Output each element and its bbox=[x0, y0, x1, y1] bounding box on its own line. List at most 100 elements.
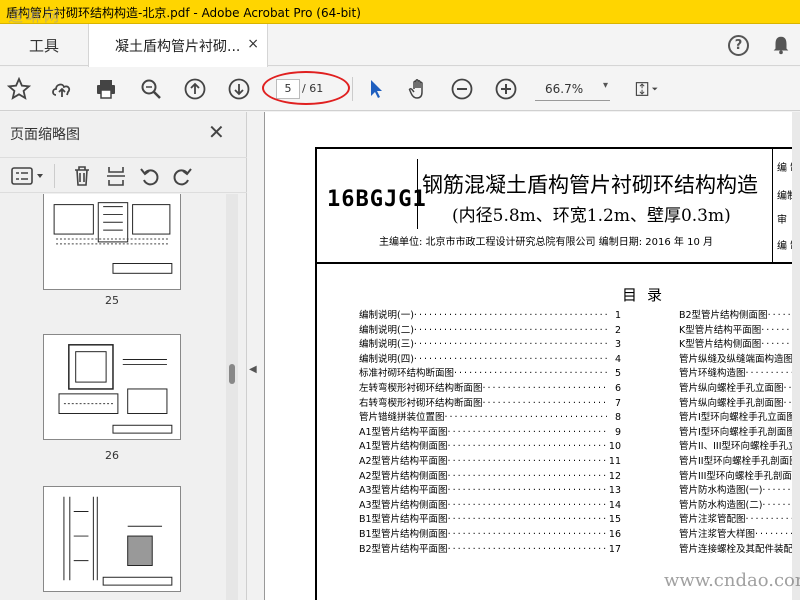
toc-entry: A1型管片结构侧面图 ······························… bbox=[359, 440, 621, 455]
tab-document[interactable]: 凝土盾构管片衬砌... × bbox=[88, 24, 268, 67]
toc-entry: 管片I型环向螺栓手孔立面图···························… bbox=[679, 411, 800, 426]
toc-entry: B2型管片结构平面图 ······························… bbox=[359, 543, 621, 558]
toc-entry: K型管片结构平面图·······························… bbox=[679, 324, 800, 339]
toc-entry: 编制说明(四) ·································… bbox=[359, 353, 621, 368]
toc-entry: 管片错缝拼装位置图 ·······························… bbox=[359, 411, 621, 426]
toc-heading: 目录 bbox=[622, 286, 673, 304]
bell-icon[interactable] bbox=[770, 34, 792, 56]
fit-page-icon[interactable] bbox=[630, 77, 664, 101]
toc-entry-title: K型管片结构侧面图 bbox=[679, 339, 762, 351]
toc-entry: 管片纵向螺栓手孔立面图·····························… bbox=[679, 382, 800, 397]
star-icon[interactable] bbox=[7, 77, 31, 101]
zoom-level-dropdown[interactable]: 66.7% ▾ bbox=[535, 77, 610, 101]
toc-entry: 管片注浆管大样图································… bbox=[679, 528, 800, 543]
toc-entry-title: 管片III型环向螺栓手孔剖面图 bbox=[679, 470, 800, 482]
toc-entry: A2型管片结构平面图 ······························… bbox=[359, 455, 621, 470]
title-block: 16BGJG1 钢筋混凝土盾构管片衬砌环结构构造 (内径5.8m、环宽1.2m、… bbox=[317, 149, 800, 264]
toc-entry-page: 7 bbox=[614, 397, 621, 409]
document-scrollbar[interactable] bbox=[792, 112, 800, 600]
toc-entry: A3型管片结构平面图 ······························… bbox=[359, 484, 621, 499]
toc-entry-page: 8 bbox=[614, 412, 621, 424]
extract-pages-icon[interactable] bbox=[104, 164, 128, 188]
toc-leader-dots: ········································… bbox=[413, 339, 607, 351]
toc-entry-title: 编制说明(一) bbox=[359, 310, 414, 321]
toc-leader-dots: ········································… bbox=[447, 485, 607, 497]
toc-leader-dots: ········································… bbox=[444, 412, 607, 424]
cloud-upload-icon[interactable] bbox=[50, 77, 74, 101]
title-bar: 盾构管片衬砌环结构构造-北京.pdf - Adobe Acrobat Pro (… bbox=[0, 0, 800, 25]
toc-entry-title: 编制说明(二) bbox=[359, 324, 414, 336]
toolbar-divider bbox=[352, 77, 353, 101]
trash-icon[interactable] bbox=[70, 164, 94, 188]
arrow-up-icon[interactable] bbox=[183, 77, 207, 101]
tab-bar: 工具 凝土盾构管片衬砌... × ? bbox=[0, 24, 800, 67]
toc-entry-page: 13 bbox=[608, 485, 621, 497]
printer-icon[interactable] bbox=[94, 77, 118, 101]
toc-entry: 管片环缝构造图·································… bbox=[679, 367, 800, 382]
thumbnail-panel: 页面缩略图 ✕ 25 26 bbox=[0, 112, 247, 600]
toc-entry: B2型管片结构侧面图······························… bbox=[679, 309, 800, 324]
arrow-down-icon[interactable] bbox=[227, 77, 251, 101]
thumbnail-label: 26 bbox=[105, 449, 119, 462]
main-toolbar: 5 / 61 66.7% ▾ bbox=[0, 67, 800, 111]
toc-entry: 管片防水构造图(一)······························… bbox=[679, 484, 800, 499]
toc-entry-page: 9 bbox=[614, 426, 621, 438]
collapse-panel-icon[interactable]: ◀ bbox=[249, 364, 257, 375]
rotate-left-icon[interactable] bbox=[138, 164, 162, 188]
toc-entry-page: 4 bbox=[614, 353, 621, 365]
toc-leader-dots: ········································… bbox=[413, 324, 607, 336]
toc-entry-title: 管片II、III型环向螺栓手孔立面图 bbox=[679, 441, 800, 453]
toc-entry-title: 左转弯楔形衬砌环结构断面图 bbox=[359, 382, 483, 394]
document-viewport[interactable]: 16BGJG1 钢筋混凝土盾构管片衬砌环结构构造 (内径5.8m、环宽1.2m、… bbox=[264, 112, 800, 600]
toc-leader-dots: ········································… bbox=[447, 470, 607, 482]
thumbnail-scrollbar[interactable] bbox=[226, 194, 238, 600]
toc-entry-title: A2型管片结构平面图 bbox=[359, 455, 448, 467]
toc-entry-page: 2 bbox=[614, 324, 621, 336]
toc-entry-page: 5 bbox=[614, 368, 621, 380]
tab-close-icon[interactable]: × bbox=[247, 36, 259, 52]
toc-entry: 右转弯楔形衬砌环结构断面图···························… bbox=[359, 397, 621, 412]
help-icon[interactable]: ? bbox=[728, 35, 749, 56]
toc-entry-title: A1型管片结构平面图 bbox=[359, 426, 448, 438]
toc-entry-title: 管片纵缝及纵缝端面构造图 bbox=[679, 353, 794, 365]
toc-entry: 管片I型环向螺栓手孔剖面图···························… bbox=[679, 426, 800, 441]
toc-entry: 管片II型环向螺栓手孔剖面图··························… bbox=[679, 455, 800, 470]
toc-entry-title: 管片注浆管大样图 bbox=[679, 528, 756, 540]
toc-entry-page: 3 bbox=[614, 339, 621, 351]
hand-icon[interactable] bbox=[406, 77, 430, 101]
toc-entry: 编制说明(二) ·································… bbox=[359, 324, 621, 339]
zoom-search-icon[interactable] bbox=[139, 77, 163, 101]
toc-entry-page: 14 bbox=[608, 499, 621, 511]
thumbnail-page-27[interactable] bbox=[43, 486, 181, 592]
thumbnail-page-26[interactable] bbox=[43, 334, 181, 440]
rotate-right-icon[interactable] bbox=[170, 164, 194, 188]
toc-leader-dots: ········································… bbox=[447, 426, 607, 438]
toc-entry-title: 管片环缝构造图 bbox=[679, 368, 746, 380]
toc-entry-title: A1型管片结构侧面图 bbox=[359, 441, 448, 453]
zoom-out-icon[interactable] bbox=[450, 77, 474, 101]
scrollbar-thumb[interactable] bbox=[229, 364, 235, 384]
drawing-frame: 16BGJG1 钢筋混凝土盾构管片衬砌环结构构造 (内径5.8m、环宽1.2m、… bbox=[315, 147, 800, 600]
zoom-in-icon[interactable] bbox=[494, 77, 518, 101]
panel-title: 页面缩略图 bbox=[10, 127, 80, 143]
toc-entry-page: 16 bbox=[608, 528, 621, 540]
toc-entry-title: K型管片结构平面图 bbox=[679, 324, 762, 336]
toc-entry-title: 右转弯楔形衬砌环结构断面图 bbox=[359, 397, 483, 409]
toc-entry: 管片纵向螺栓手孔剖面图·····························… bbox=[679, 397, 800, 412]
pdf-page: 16BGJG1 钢筋混凝土盾构管片衬砌环结构构造 (内径5.8m、环宽1.2m、… bbox=[264, 112, 800, 600]
panel-close-icon[interactable]: ✕ bbox=[208, 120, 225, 144]
toc-entry: 管片连接螺栓及其配件装配图···························… bbox=[679, 543, 800, 558]
options-menu-icon[interactable] bbox=[10, 164, 46, 188]
toc-entry-title: A2型管片结构侧面图 bbox=[359, 470, 448, 482]
toc-entry-page: 6 bbox=[614, 382, 621, 394]
drawing-subtitle: (内径5.8m、环宽1.2m、壁厚0.3m) bbox=[452, 206, 731, 226]
toc-entry: 管片III型环向螺栓手孔剖面图·························… bbox=[679, 470, 800, 485]
tab-tools[interactable]: 工具 bbox=[0, 24, 88, 66]
thumbnail-page-25[interactable] bbox=[43, 194, 181, 290]
toc-entry: 管片II、III型环向螺栓手孔立面图······················… bbox=[679, 440, 800, 455]
cursor-icon[interactable] bbox=[364, 77, 388, 101]
toc-entry-title: B2型管片结构平面图 bbox=[359, 543, 448, 555]
toc-entry-title: 管片纵向螺栓手孔剖面图 bbox=[679, 397, 784, 409]
toc-entry-title: 管片纵向螺栓手孔立面图 bbox=[679, 382, 784, 394]
toc-entry-page: 1 bbox=[614, 310, 621, 321]
